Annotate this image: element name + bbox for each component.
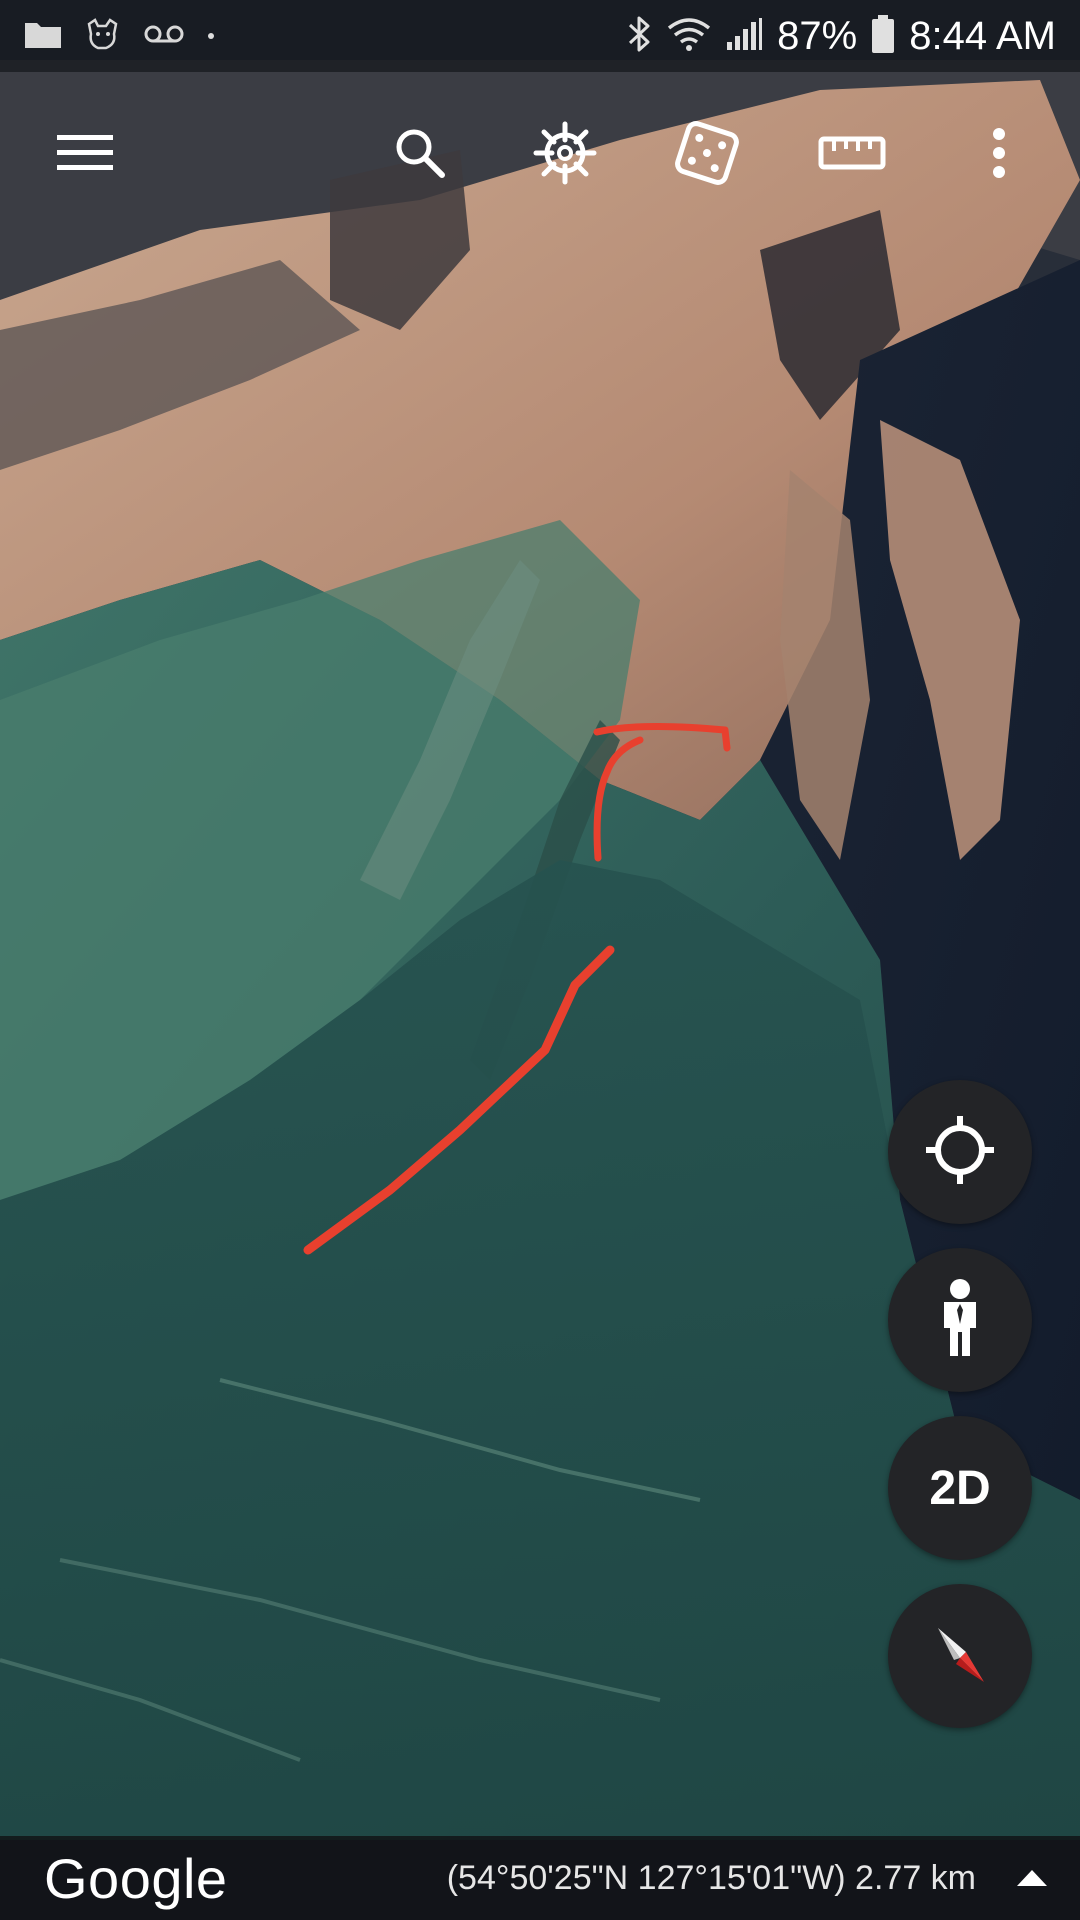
street-view-person-icon	[935, 1278, 985, 1363]
cat-icon	[86, 17, 120, 55]
more-vert-icon	[992, 127, 1006, 184]
voyager-button[interactable]	[522, 100, 608, 210]
battery-icon	[871, 14, 895, 59]
top-toolbar	[0, 100, 1080, 210]
status-bar: 87% 8:44 AM	[0, 0, 1080, 72]
measure-button[interactable]	[812, 100, 892, 210]
battery-percent: 87%	[777, 13, 858, 58]
bluetooth-icon	[627, 15, 653, 58]
search-icon	[392, 125, 448, 186]
folder-icon	[24, 19, 62, 54]
signal-icon	[725, 16, 763, 57]
menu-icon	[57, 133, 113, 178]
search-button[interactable]	[380, 100, 460, 210]
my-location-button[interactable]	[888, 1080, 1032, 1224]
google-earth-screen: 87% 8:44 AM 2D Google (54°50'25"N 127°15…	[0, 0, 1080, 1920]
voyager-wheel-icon	[532, 120, 598, 191]
compass-icon	[920, 1614, 1000, 1699]
coordinates-readout: (54°50'25"N 127°15'01"W) 2.77 km	[446, 1858, 976, 1897]
menu-button[interactable]	[40, 100, 130, 210]
notification-dot-icon	[208, 33, 214, 39]
status-bar-right: 87% 8:44 AM	[627, 14, 1056, 59]
caret-up-icon	[1017, 1870, 1047, 1886]
google-logo: Google	[44, 1846, 228, 1910]
wifi-icon	[667, 16, 711, 57]
feeling-lucky-button[interactable]	[664, 100, 750, 210]
my-location-icon	[924, 1114, 996, 1191]
compass-button[interactable]	[888, 1584, 1032, 1728]
ruler-icon	[818, 133, 886, 178]
clock-time: 8:44 AM	[909, 13, 1056, 58]
more-options-button[interactable]	[974, 100, 1024, 210]
bottom-info-bar: Google (54°50'25"N 127°15'01"W) 2.77 km	[0, 1836, 1080, 1920]
view-mode-label: 2D	[929, 1461, 991, 1515]
voicemail-icon	[144, 23, 184, 50]
street-view-button[interactable]	[888, 1248, 1032, 1392]
expand-info-button[interactable]	[1012, 1858, 1052, 1898]
dice-icon	[674, 120, 740, 191]
status-bar-left	[24, 17, 214, 55]
view-mode-toggle-button[interactable]: 2D	[888, 1416, 1032, 1560]
